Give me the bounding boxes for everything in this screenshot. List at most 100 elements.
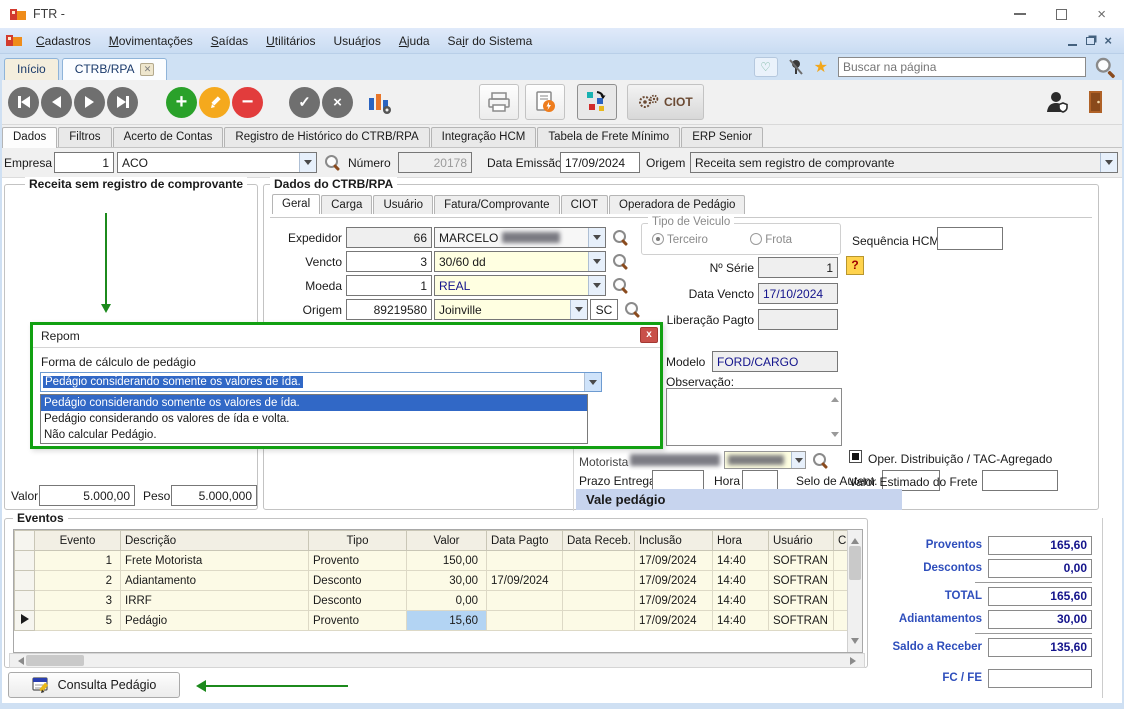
chart-icon[interactable] <box>367 88 393 116</box>
observacao-textarea[interactable] <box>666 388 842 446</box>
cell-descricao[interactable]: Frete Motorista <box>121 551 309 571</box>
repom-option[interactable]: Não calcular Pedágio. <box>41 427 587 443</box>
cell-valor[interactable]: 30,00 <box>407 571 487 591</box>
tab-registro-historico[interactable]: Registro de Histórico do CTRB/RPA <box>224 127 429 147</box>
vencto-name-combo[interactable]: 30/60 dd <box>434 251 606 272</box>
column-header[interactable]: Evento <box>35 531 121 551</box>
scroll-up-icon[interactable] <box>851 534 859 544</box>
cell-usuario[interactable]: SOFTRAN <box>769 611 834 631</box>
scrollbar-thumb[interactable] <box>849 546 861 580</box>
minimize-icon[interactable] <box>1014 13 1026 15</box>
empresa-code-field[interactable]: 1 <box>54 152 114 173</box>
expedidor-lookup-icon[interactable] <box>612 229 628 245</box>
radio-terceiro[interactable]: Terceiro <box>652 233 708 246</box>
chevron-down-icon[interactable] <box>570 300 587 319</box>
column-header[interactable]: Valor <box>407 531 487 551</box>
exit-door-icon[interactable] <box>1086 90 1106 114</box>
nav-first-record-button[interactable] <box>8 87 39 118</box>
motorista-lookup-icon[interactable] <box>812 452 828 468</box>
tab-ctrb-rpa[interactable]: CTRB/RPA ✕ <box>62 58 168 80</box>
data-emissao-field[interactable]: 17/09/2024 <box>560 152 640 173</box>
close-icon[interactable]: × <box>1097 9 1106 20</box>
search-input[interactable] <box>838 57 1086 77</box>
cell-data_pagto[interactable]: 17/09/2024 <box>487 571 563 591</box>
cell-tipo[interactable]: Desconto <box>309 591 407 611</box>
column-header[interactable]: Tipo <box>309 531 407 551</box>
process-flow-button[interactable] <box>577 84 617 120</box>
tab-acerto-de-contas[interactable]: Acerto de Contas <box>113 127 224 147</box>
table-row[interactable]: 5PedágioProvento15,6017/09/202414:40SOFT… <box>15 611 848 631</box>
cell-valor[interactable]: 0,00 <box>407 591 487 611</box>
valor-estimado-field[interactable] <box>982 470 1058 491</box>
radio-frota[interactable]: Frota <box>750 233 792 246</box>
cell-descricao[interactable]: IRRF <box>121 591 309 611</box>
cell-inclusao[interactable]: 17/09/2024 <box>635 551 713 571</box>
nav-previous-record-button[interactable] <box>41 87 72 118</box>
moeda-lookup-icon[interactable] <box>612 277 628 293</box>
tab-erp-senior[interactable]: ERP Senior <box>681 127 763 147</box>
tab-dados[interactable]: Dados <box>2 127 57 148</box>
column-header[interactable]: Hora <box>713 531 769 551</box>
moeda-code-field[interactable]: 1 <box>346 275 432 296</box>
menu-cadastros[interactable]: Cadastros <box>27 31 100 51</box>
tab-tabela-frete-minimo[interactable]: Tabela de Frete Mínimo <box>537 127 680 147</box>
cell-data_receb[interactable] <box>563 571 635 591</box>
pin-disabled-icon[interactable] <box>788 58 804 76</box>
motorista-combo[interactable] <box>724 451 806 469</box>
chevron-down-icon[interactable] <box>588 276 605 295</box>
valor-field[interactable]: 5.000,00 <box>39 485 135 506</box>
repom-option[interactable]: Pedágio considerando os valores de ída e… <box>41 411 587 427</box>
scrollbar-thumb[interactable] <box>26 655 84 666</box>
origem-code-field[interactable]: 89219580 <box>346 299 432 320</box>
confirm-button[interactable]: ✓ <box>289 87 320 118</box>
forma-calculo-combobox[interactable]: Pedágio considerando somente os valores … <box>40 372 602 392</box>
tab-ciot[interactable]: CIOT <box>561 195 608 214</box>
expedidor-code-field[interactable]: 66 <box>346 227 432 248</box>
cell-data_pagto[interactable] <box>487 591 563 611</box>
tab-close-icon[interactable]: ✕ <box>140 63 154 76</box>
chevron-down-icon[interactable] <box>588 228 605 247</box>
scroll-down-icon[interactable] <box>851 638 859 648</box>
cell-tipo[interactable]: Desconto <box>309 571 407 591</box>
consulta-pedagio-button[interactable]: Consulta Pedágio <box>8 672 180 698</box>
chevron-down-icon[interactable] <box>588 252 605 271</box>
column-header[interactable]: Usuário <box>769 531 834 551</box>
scroll-up-icon[interactable] <box>831 393 839 402</box>
vertical-scrollbar[interactable] <box>847 530 862 652</box>
tab-integracao-hcm[interactable]: Integração HCM <box>431 127 537 147</box>
chevron-down-icon[interactable] <box>299 153 316 172</box>
cell-data_receb[interactable] <box>563 591 635 611</box>
add-record-button[interactable]: + <box>166 87 197 118</box>
cell-extra[interactable] <box>834 571 848 591</box>
favorites-star-icon[interactable]: ★ <box>814 57 828 77</box>
origem-select[interactable]: Receita sem registro de comprovante <box>690 152 1118 173</box>
repom-option[interactable]: Pedágio considerando somente os valores … <box>41 395 587 411</box>
cell-evento[interactable]: 3 <box>35 591 121 611</box>
chevron-down-icon[interactable] <box>584 373 601 391</box>
column-header[interactable]: Descrição <box>121 531 309 551</box>
chevron-down-icon[interactable] <box>1100 153 1117 172</box>
table-row[interactable]: 2AdiantamentoDesconto30,0017/09/202417/0… <box>15 571 848 591</box>
tab-fatura-comprovante[interactable]: Fatura/Comprovante <box>434 195 559 214</box>
cell-extra[interactable] <box>834 551 848 571</box>
cell-usuario[interactable]: SOFTRAN <box>769 551 834 571</box>
favorite-heart-icon[interactable]: ♡ <box>754 57 778 77</box>
column-header[interactable]: Inclusão <box>635 531 713 551</box>
expedidor-name-combo[interactable]: MARCELO <box>434 227 606 248</box>
origem-city-combo[interactable]: Joinville <box>434 299 588 320</box>
mdi-minimize-icon[interactable] <box>1068 44 1077 46</box>
moeda-name-combo[interactable]: REAL <box>434 275 606 296</box>
cell-descricao[interactable]: Pedágio <box>121 611 309 631</box>
tab-geral[interactable]: Geral <box>272 194 320 214</box>
empresa-lookup-icon[interactable] <box>324 154 340 170</box>
peso-field[interactable]: 5.000,000 <box>171 485 257 506</box>
maximize-icon[interactable] <box>1056 9 1067 20</box>
hora-field[interactable] <box>742 470 778 491</box>
cell-data_receb[interactable] <box>563 551 635 571</box>
menu-utilitarios[interactable]: Utilitários <box>257 31 324 51</box>
cell-valor[interactable]: 150,00 <box>407 551 487 571</box>
menu-movimentacoes[interactable]: Movimentações <box>100 31 202 51</box>
cell-extra[interactable] <box>834 591 848 611</box>
cell-valor[interactable]: 15,60 <box>407 611 487 631</box>
menu-saidas[interactable]: Saídas <box>202 31 257 51</box>
